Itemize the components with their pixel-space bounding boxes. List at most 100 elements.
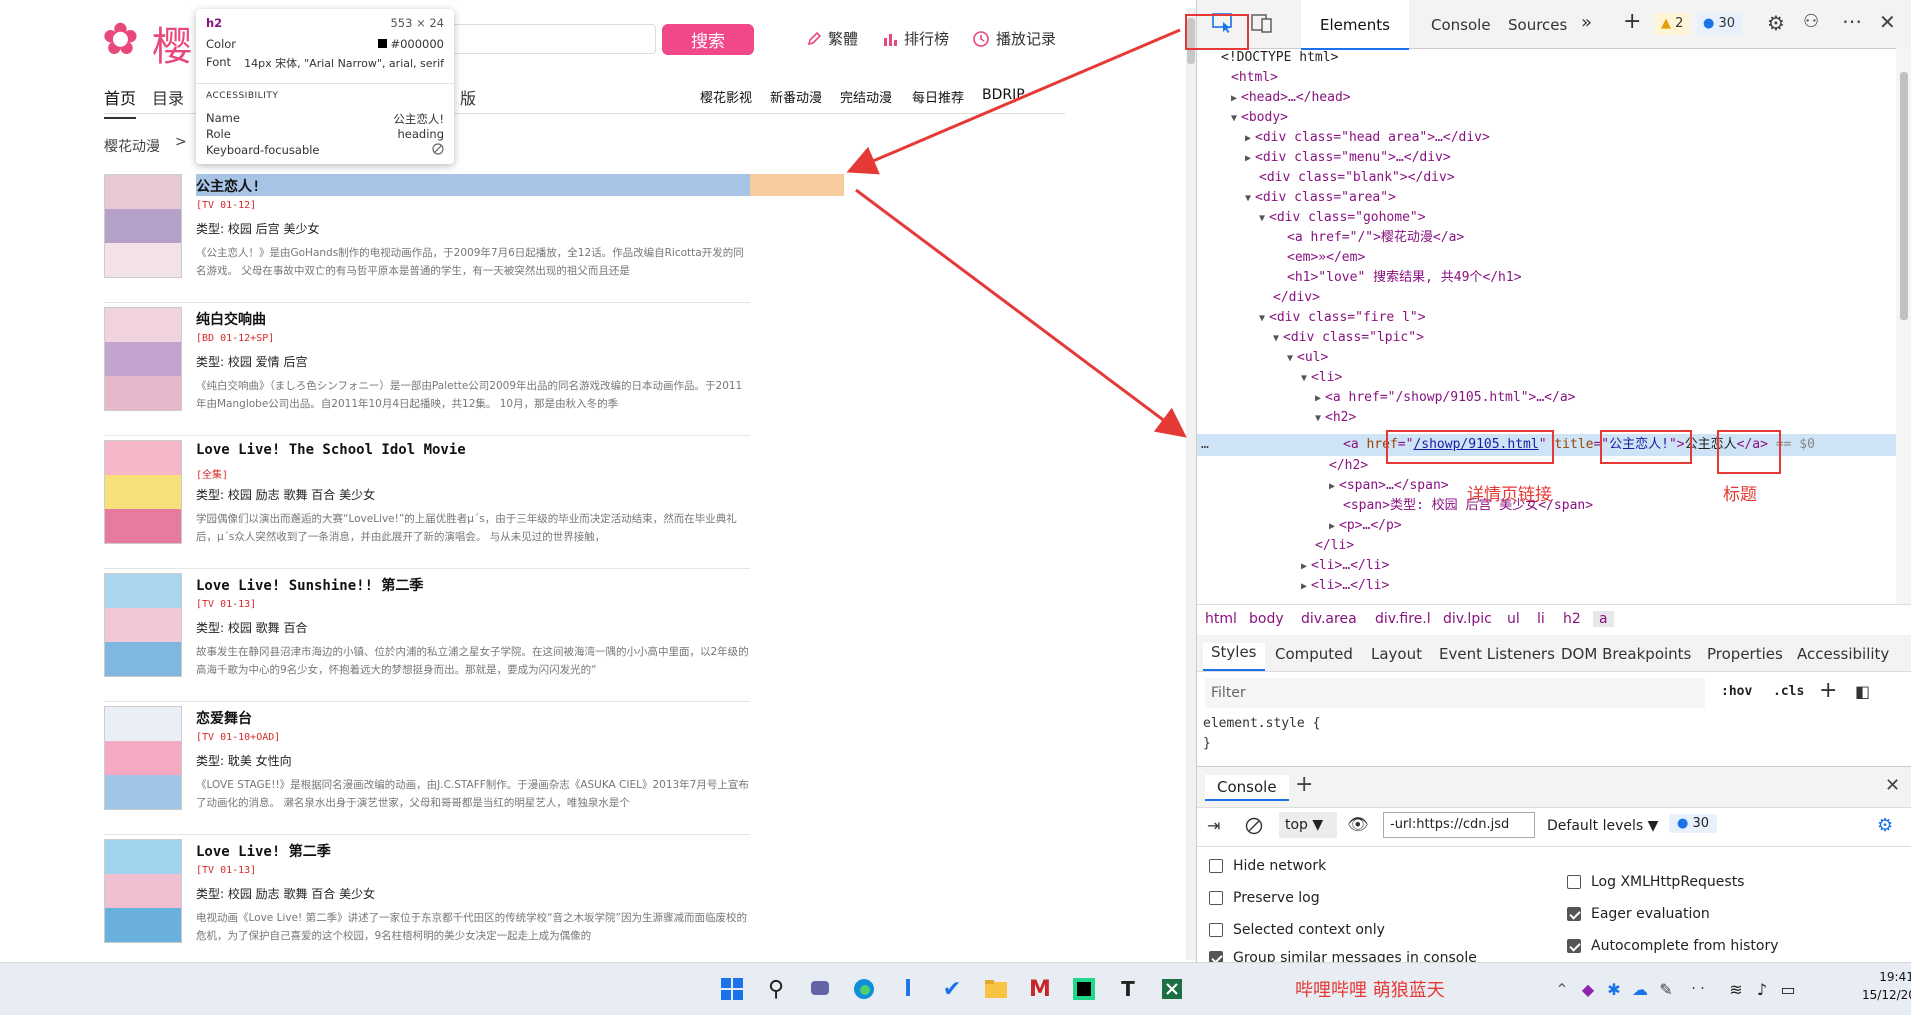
dom-line[interactable]: ▼ <div class="fire l">	[1259, 308, 1426, 328]
dom-line[interactable]: <em>»</em>	[1287, 248, 1365, 268]
hov-toggle[interactable]: :hov	[1721, 684, 1752, 699]
dom-line[interactable]: ▶ <p>…</p>	[1329, 516, 1402, 536]
dom-line[interactable]: ▶ <div class="menu">…</div>	[1245, 148, 1451, 168]
log-levels-dropdown[interactable]: Default levels ▼	[1547, 818, 1658, 834]
console-settings-gear-icon[interactable]: ⚙	[1877, 815, 1893, 836]
checkbox-box[interactable]	[1209, 923, 1223, 937]
collapse-triangle-icon[interactable]: ▼	[1315, 413, 1321, 424]
battery-icon[interactable]: ▭	[1774, 975, 1802, 1003]
tray-pen-icon[interactable]: ✎	[1652, 975, 1680, 1003]
result-title[interactable]: Love Live! The School Idol Movie	[196, 442, 466, 458]
tray-dots-icon[interactable]: · ·	[1684, 975, 1712, 1003]
search-icon[interactable]: ⚲	[762, 975, 790, 1003]
checkbox-box[interactable]	[1209, 891, 1223, 905]
node-more-icon[interactable]: …	[1201, 435, 1209, 455]
dom-line[interactable]: </h2>	[1329, 456, 1368, 476]
element-style-rule[interactable]: element.style {	[1203, 716, 1320, 731]
settings-gear-icon[interactable]: ⚙	[1767, 11, 1785, 35]
tab-console[interactable]: Console	[1431, 16, 1491, 34]
tab-computed[interactable]: Computed	[1275, 645, 1353, 663]
tab-elements[interactable]: Elements	[1301, 16, 1409, 34]
preserve-log-checkbox[interactable]: Preserve log	[1209, 890, 1320, 906]
dom-line[interactable]: <a href="/">樱花动漫</a>	[1287, 228, 1464, 248]
dom-line[interactable]: ▼ <body>	[1231, 108, 1288, 128]
dom-line[interactable]: ▼ <h2>	[1315, 408, 1356, 428]
hide-network-checkbox[interactable]: Hide network	[1209, 858, 1326, 874]
crumb-ul[interactable]: ul	[1507, 611, 1520, 627]
collapse-triangle-icon[interactable]: ▼	[1301, 373, 1307, 384]
ranking-link[interactable]: 排行榜	[882, 28, 949, 49]
anime-poster[interactable]	[104, 174, 182, 278]
crumb-h2[interactable]: h2	[1563, 611, 1581, 627]
page-scrollbar[interactable]	[1186, 8, 1196, 960]
expand-triangle-icon[interactable]: ▶	[1301, 561, 1307, 572]
tab-styles[interactable]: Styles	[1203, 643, 1265, 671]
app-m-icon[interactable]: M	[1026, 975, 1054, 1003]
crumb-a[interactable]: a	[1593, 611, 1614, 627]
dom-line[interactable]: ▼ <ul>	[1287, 348, 1328, 368]
tab-accessibility[interactable]: Accessibility	[1797, 645, 1889, 663]
start-menu-icon[interactable]	[718, 975, 746, 1003]
traditional-chinese-link[interactable]: 繁體	[806, 28, 858, 49]
dom-line[interactable]: ▼ <div class="area">	[1245, 188, 1396, 208]
new-rule-icon[interactable]: +	[1819, 678, 1837, 703]
collapse-triangle-icon[interactable]: ▼	[1259, 213, 1265, 224]
pycharm-icon[interactable]	[1070, 975, 1098, 1003]
expand-triangle-icon[interactable]: ▶	[1329, 481, 1335, 492]
crumb-li[interactable]: li	[1537, 611, 1545, 627]
dom-scrollbar-thumb[interactable]	[1900, 72, 1908, 320]
volume-icon[interactable]: ♪	[1748, 975, 1776, 1003]
clear-console-icon[interactable]	[1245, 817, 1263, 835]
console-message-badge[interactable]: ● 30	[1669, 814, 1718, 833]
tab-event-listeners[interactable]: Event Listeners	[1439, 645, 1555, 663]
collapse-triangle-icon[interactable]: ▼	[1245, 193, 1251, 204]
dom-scrollbar[interactable]	[1896, 48, 1911, 604]
autocomplete-history-checkbox[interactable]: Autocomplete from history	[1567, 938, 1779, 954]
eager-evaluation-checkbox[interactable]: Eager evaluation	[1567, 906, 1710, 922]
dom-line[interactable]: <div class="blank"></div>	[1259, 168, 1455, 188]
anime-poster[interactable]	[104, 839, 182, 943]
collapse-triangle-icon[interactable]: ▼	[1259, 313, 1265, 324]
add-tab-icon[interactable]: +	[1623, 9, 1641, 34]
dom-line[interactable]: <!DOCTYPE html>	[1221, 48, 1338, 68]
console-filter-input[interactable]: -url:https://cdn.jsd	[1383, 812, 1535, 838]
more-options-icon[interactable]: ⋯	[1842, 9, 1862, 33]
log-xhr-checkbox[interactable]: Log XMLHttpRequests	[1567, 874, 1744, 890]
checkbox-box[interactable]	[1567, 875, 1581, 889]
expand-triangle-icon[interactable]: ▶	[1301, 581, 1307, 592]
dom-line[interactable]: <h1>"love" 搜索结果, 共49个</h1>	[1287, 268, 1522, 288]
result-title[interactable]: Love Live! 第二季	[196, 841, 331, 861]
result-title[interactable]: 恋爱舞台	[196, 708, 252, 728]
dom-line[interactable]: ▶ <li>…</li>	[1301, 576, 1389, 596]
tray-app-icon[interactable]: ◆	[1574, 975, 1602, 1003]
cls-toggle[interactable]: .cls	[1773, 684, 1804, 699]
category-new-anime[interactable]: 新番动漫	[770, 87, 822, 106]
console-drawer-tab[interactable]: Console	[1205, 775, 1289, 801]
wifi-icon[interactable]: ≋	[1722, 975, 1750, 1003]
context-selector[interactable]: top ▼	[1279, 812, 1337, 838]
edge-browser-icon[interactable]	[850, 975, 878, 1003]
anime-poster[interactable]	[104, 706, 182, 810]
category-finished-anime[interactable]: 完结动漫	[840, 87, 892, 106]
tray-cloud-icon[interactable]: ☁	[1626, 975, 1654, 1003]
sakura-logo-icon[interactable]: ✿	[102, 18, 146, 62]
expand-triangle-icon[interactable]: ▶	[1245, 133, 1251, 144]
toggle-sidebar-icon[interactable]: ◧	[1855, 682, 1870, 701]
anime-poster[interactable]	[104, 307, 182, 411]
system-clock[interactable]: 19:41 15/12/2021	[1862, 968, 1911, 1004]
show-sidebar-icon[interactable]: ⇥	[1207, 816, 1220, 835]
tab-layout[interactable]: Layout	[1371, 645, 1422, 663]
anime-poster[interactable]	[104, 440, 182, 544]
dom-line[interactable]: ▶ <span>…</span>	[1329, 476, 1449, 496]
dom-line[interactable]: ▼ <li>	[1301, 368, 1342, 388]
dom-line[interactable]: ▶ <div class="head area">…</div>	[1245, 128, 1490, 148]
chevron-up-icon[interactable]: ⌃	[1548, 975, 1576, 1003]
anime-poster[interactable]	[104, 573, 182, 677]
close-drawer-icon[interactable]: ✕	[1885, 775, 1900, 796]
crumb-html[interactable]: html	[1205, 611, 1237, 627]
collapse-triangle-icon[interactable]: ▼	[1273, 333, 1279, 344]
tab-sources[interactable]: Sources	[1508, 16, 1567, 34]
history-link[interactable]: 播放记录	[972, 28, 1056, 49]
collapse-triangle-icon[interactable]: ▼	[1231, 113, 1237, 124]
device-toolbar-icon[interactable]	[1251, 13, 1273, 33]
